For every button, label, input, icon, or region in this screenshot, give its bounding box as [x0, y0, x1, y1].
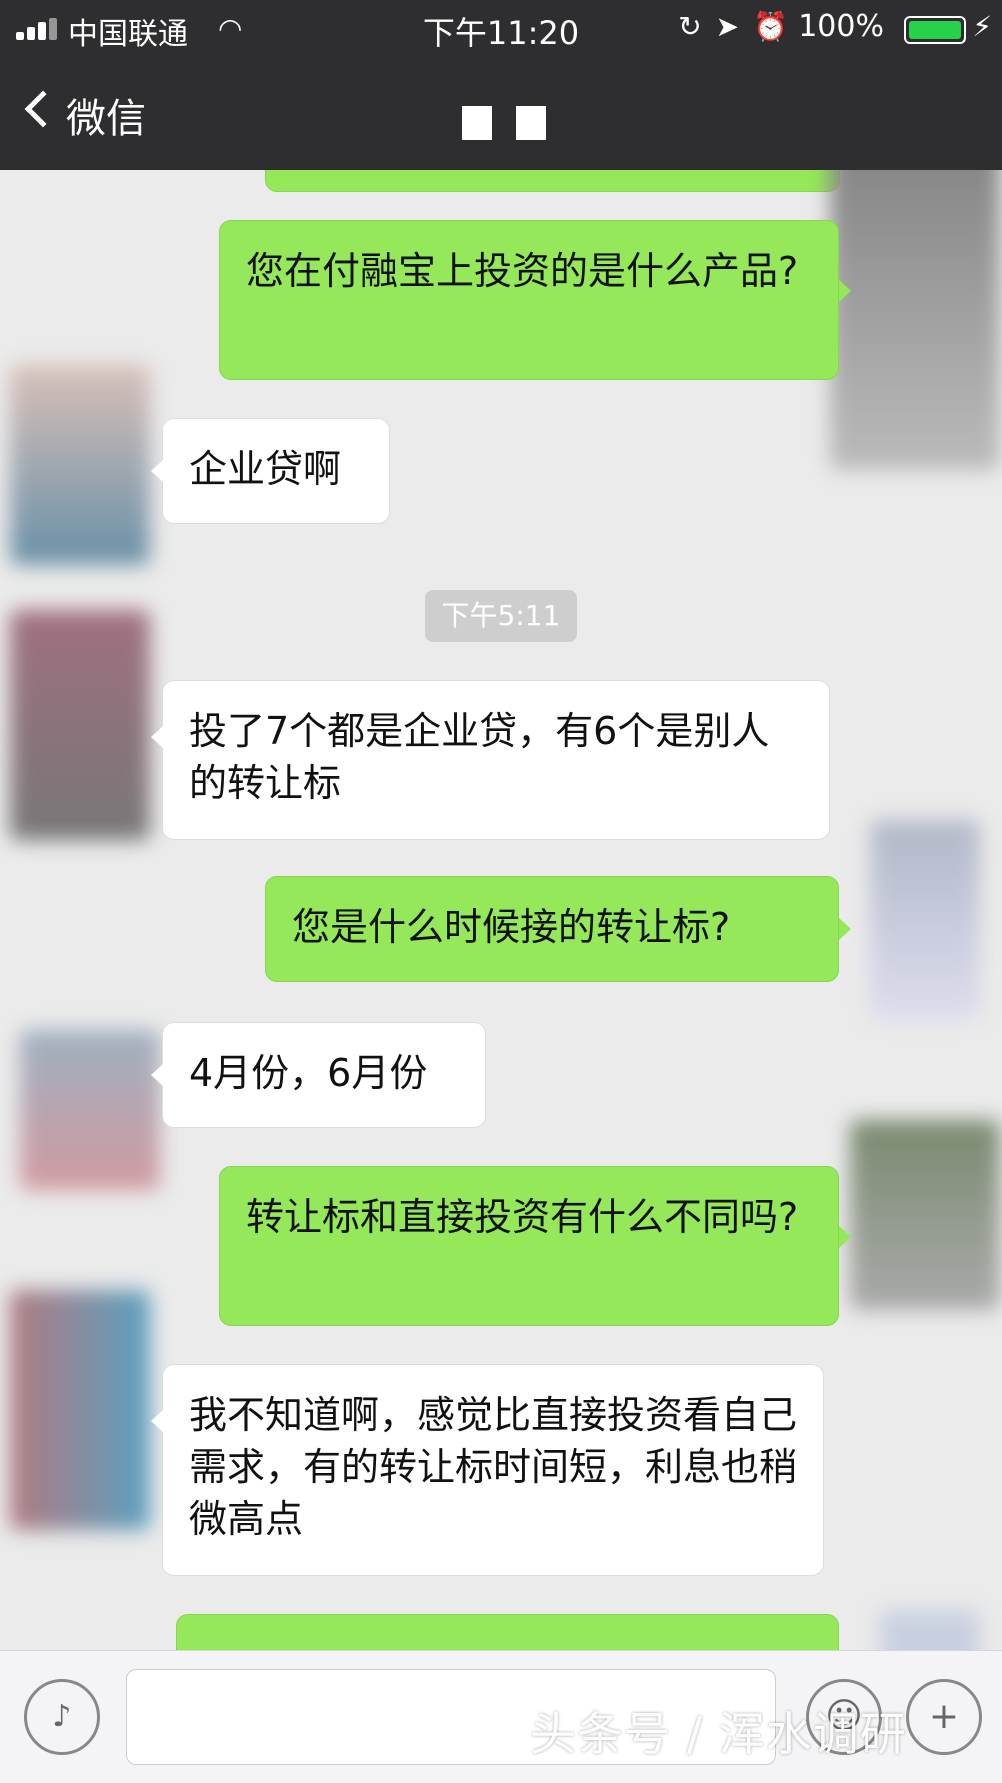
message-bubble-sent[interactable]: 您是什么时候接的转让标? — [265, 876, 839, 982]
watermark: 头条号 / 浑水调研 — [530, 1707, 907, 1761]
status-icons: ↻➤⏰ — [678, 10, 802, 43]
avatar — [830, 170, 1000, 470]
message-bubble-sent[interactable]: 您在付融宝上投资的是什么产品? — [219, 220, 839, 380]
timestamp-pill: 下午5:11 — [425, 590, 577, 642]
plus-icon[interactable]: + — [906, 1679, 982, 1755]
rotation-lock-icon: ↻ — [678, 10, 716, 43]
partial-bubble — [265, 170, 840, 192]
chat-area[interactable]: 您在付融宝上投资的是什么产品? 企业贷啊 下午5:11 投了7个都是企业贷，有6… — [0, 170, 1002, 1650]
battery-percent: 100% — [798, 9, 884, 44]
message-bubble-received[interactable]: 4月份，6月份 — [162, 1022, 486, 1128]
partial-bubble — [176, 1614, 839, 1650]
status-bar: 中国联通 ◠ 下午11:20 ↻➤⏰ 100% ⚡ — [0, 0, 1002, 56]
message-bubble-received[interactable]: 企业贷啊 — [162, 418, 390, 524]
avatar — [880, 1610, 980, 1650]
bubble-tail — [151, 1064, 163, 1086]
avatar — [20, 1030, 160, 1190]
bubble-tail — [151, 460, 163, 482]
chat-title-redacted — [462, 106, 558, 140]
avatar — [10, 1290, 150, 1530]
bubble-tail — [839, 1226, 851, 1248]
voice-icon[interactable]: ♪ — [24, 1679, 100, 1755]
location-icon: ➤ — [715, 10, 754, 43]
bubble-tail — [839, 918, 851, 940]
avatar — [10, 365, 150, 565]
avatar — [850, 1120, 1000, 1310]
avatar — [870, 820, 980, 1020]
nav-bar: 微信 — [0, 56, 1002, 170]
alarm-icon: ⏰ — [753, 10, 802, 43]
message-bubble-sent[interactable]: 转让标和直接投资有什么不同吗? — [219, 1166, 839, 1326]
bubble-tail — [151, 1410, 163, 1432]
bubble-tail — [151, 726, 163, 748]
message-bubble-received[interactable]: 我不知道啊，感觉比直接投资看自己需求，有的转让标时间短，利息也稍微高点 — [162, 1364, 824, 1576]
battery-icon — [904, 16, 966, 44]
top-bar: 中国联通 ◠ 下午11:20 ↻➤⏰ 100% ⚡ 微信 — [0, 0, 1002, 170]
avatar — [10, 610, 150, 840]
charging-icon: ⚡ — [972, 10, 992, 43]
back-label: 微信 — [66, 96, 146, 142]
chevron-left-icon — [24, 90, 62, 128]
bubble-tail — [839, 280, 851, 302]
message-bubble-received[interactable]: 投了7个都是企业贷，有6个是别人的转让标 — [162, 680, 830, 840]
